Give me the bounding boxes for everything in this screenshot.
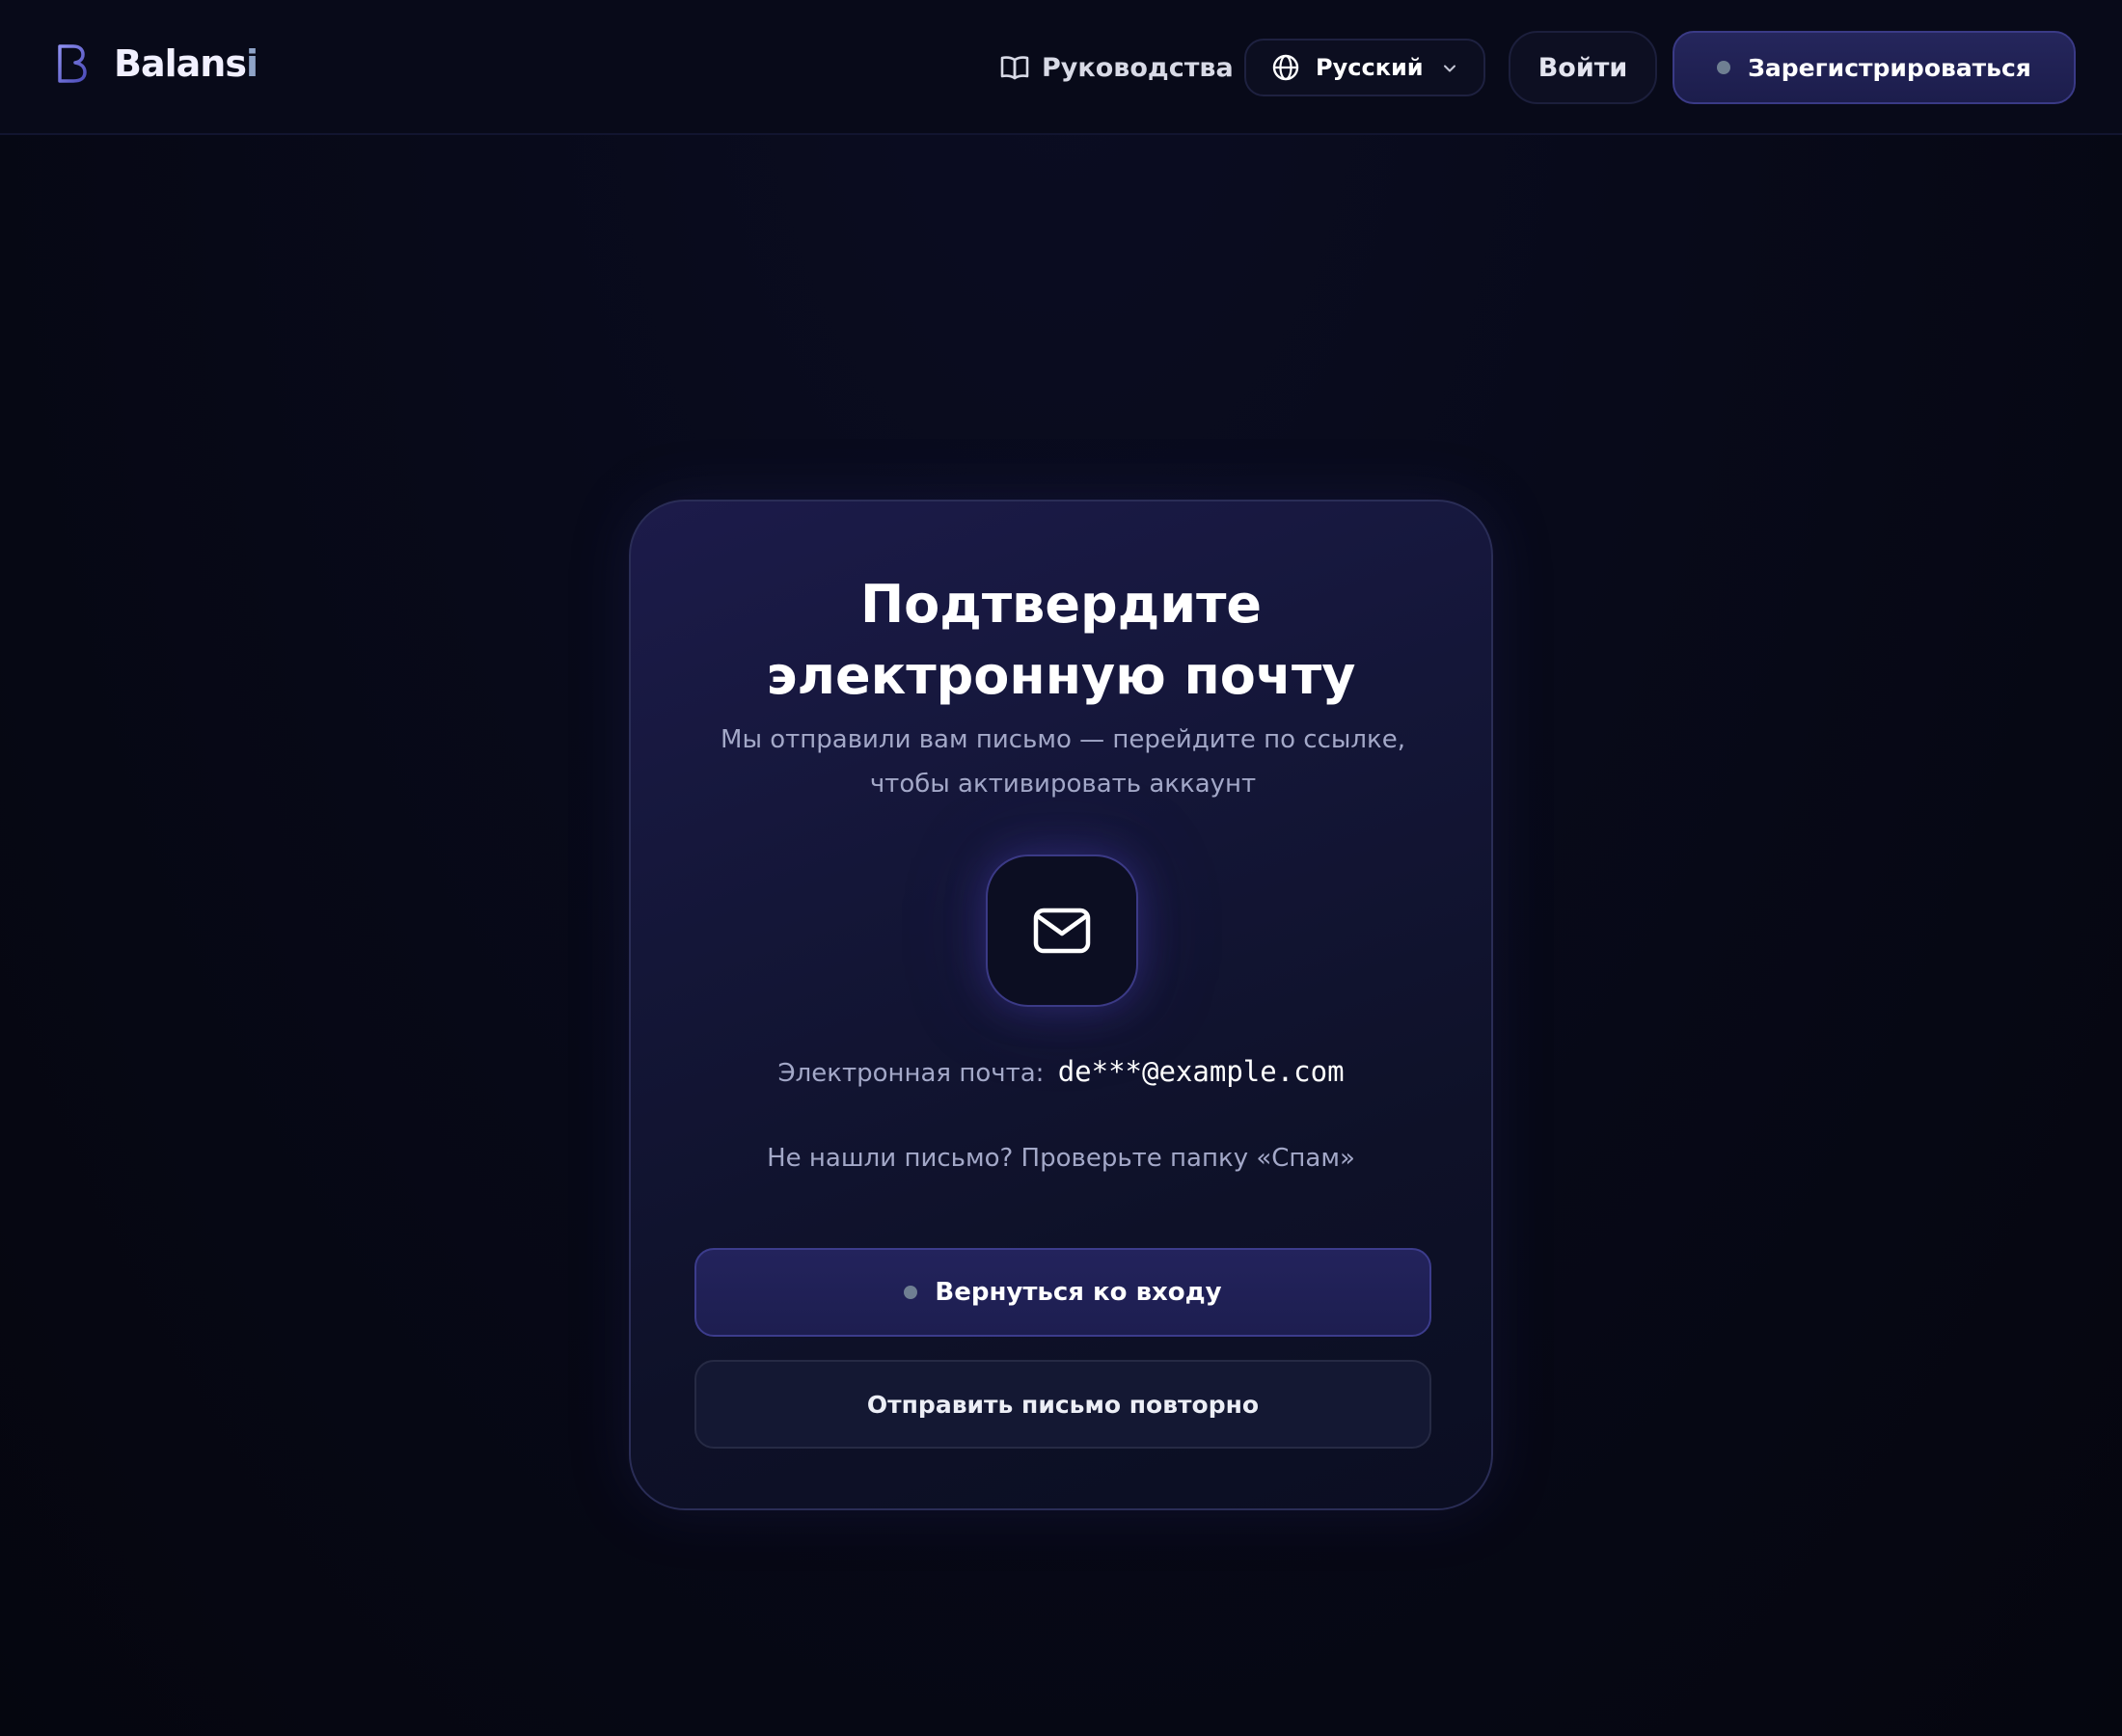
page-title: Подтвердите электронную почту: [631, 569, 1491, 712]
register-button[interactable]: Зарегистрироваться: [1673, 31, 2076, 104]
top-navbar: Balansi Руководства Русский Войти Зареги…: [0, 0, 2122, 135]
verify-email-card: Подтвердите электронную почту Мы отправи…: [629, 500, 1493, 1510]
brand-name-accent: i: [245, 42, 258, 85]
spam-hint: Не нашли письмо? Проверьте папку «Спам»: [767, 1144, 1355, 1173]
login-button[interactable]: Войти: [1509, 31, 1657, 104]
status-dot: [904, 1286, 918, 1299]
email-value: de***@example.com: [1057, 1055, 1345, 1088]
page-subtitle-line-1: Мы отправили вам письмо — перейдите по с…: [721, 725, 1405, 754]
language-select[interactable]: Русский: [1244, 39, 1485, 96]
open-book-icon: [1000, 56, 1029, 80]
language-selected-value: Русский: [1316, 54, 1424, 81]
nav-guides-label: Руководства: [1042, 52, 1234, 83]
status-dot: [1717, 61, 1731, 74]
nav-guides-link[interactable]: Руководства: [999, 44, 1234, 91]
mail-envelope-icon: [1033, 908, 1091, 954]
brand-name: Balansi: [114, 42, 258, 85]
globe-icon: [1272, 54, 1299, 81]
letter-b-logo-icon: [58, 44, 87, 83]
page-subtitle-line-2: чтобы активировать аккаунт: [869, 770, 1257, 799]
brand-logo[interactable]: Balansi: [54, 37, 258, 91]
email-info: Электронная почта: de***@example.com: [631, 1055, 1491, 1088]
page-subtitle: Мы отправили вам письмо — перейдите по с…: [708, 718, 1418, 806]
register-button-label: Зарегистрироваться: [1748, 53, 2031, 82]
resend-email-button[interactable]: Отправить письмо повторно: [694, 1360, 1431, 1449]
page-title-line-2: электронную почту: [766, 645, 1356, 706]
email-label: Электронная почта:: [777, 1059, 1045, 1088]
back-to-login-label: Вернуться ко входу: [935, 1278, 1222, 1307]
brand-name-main: Balans: [114, 42, 247, 85]
page-title-line-1: Подтвердите: [859, 574, 1263, 635]
back-to-login-button[interactable]: Вернуться ко входу: [694, 1248, 1431, 1337]
chevron-down-icon: [1444, 65, 1455, 72]
mail-icon-box: [986, 854, 1138, 1007]
